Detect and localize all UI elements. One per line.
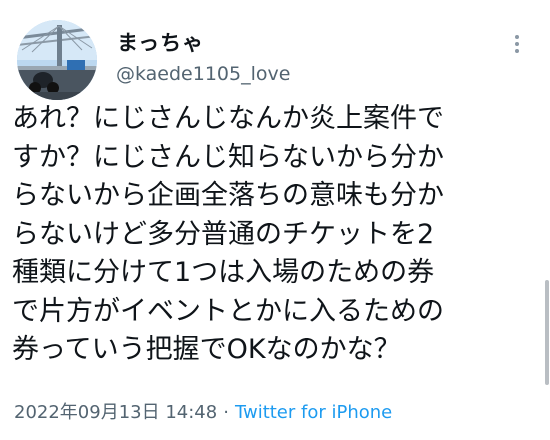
tweet-text-line: すか？にじさんじ知らないから分か [12, 141, 444, 173]
scrollbar[interactable] [545, 280, 549, 385]
avatar[interactable] [17, 20, 97, 100]
more-dot [515, 42, 519, 46]
user-handle[interactable]: @kaede1105_love [116, 63, 290, 85]
meta-separator: · [223, 402, 229, 423]
more-vertical-icon[interactable] [505, 30, 529, 58]
more-dot [515, 49, 519, 53]
tweet-card: まっちゃ @kaede1105_love あれ？にじさんじなんか炎上案件で すか… [0, 0, 550, 440]
tweet-text-line: 券っていう把握でOKなのかな？ [12, 334, 401, 365]
tweet-text-line: で片方がイベントとかに入るための [12, 295, 444, 327]
tweet-timestamp[interactable]: 2022年09月13日 14:48 [14, 402, 217, 423]
tweet-text-line: 種類に分けて1つは入場のための券 [12, 257, 435, 288]
tweet-meta: 2022年09月13日 14:48 · Twitter for iPhone [14, 398, 392, 424]
tweet-text-line: らないから企画全落ちの意味も分か [12, 180, 444, 211]
tweet-text-line: あれ？にじさんじなんか炎上案件で [12, 103, 444, 134]
avatar-photo [17, 20, 97, 100]
tweet-source-link[interactable]: Twitter for iPhone [235, 402, 392, 423]
display-name[interactable]: まっちゃ [117, 27, 204, 57]
tweet-text: あれ？にじさんじなんか炎上案件で すか？にじさんじ知らないから分か らないから企… [12, 100, 537, 370]
more-dot [515, 35, 519, 39]
tweet-text-line: らないけど多分普通のチケットを2 [12, 218, 435, 250]
